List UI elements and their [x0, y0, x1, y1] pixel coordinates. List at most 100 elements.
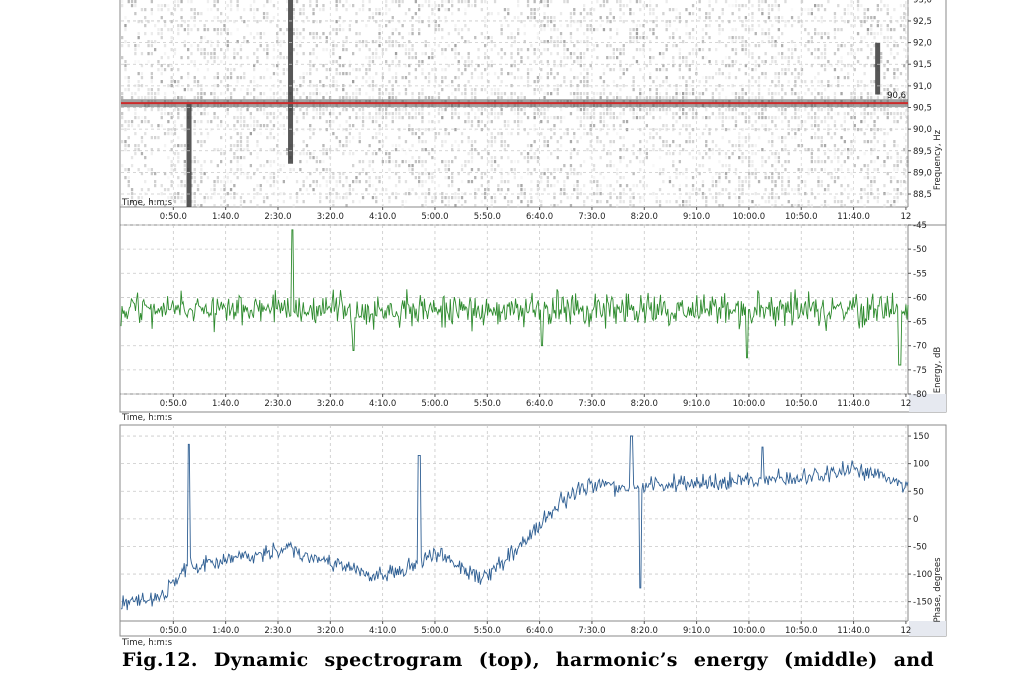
spectrogram-cell: [652, 80, 655, 84]
spectrogram-cell: [649, 8, 652, 12]
spectrogram-cell: [312, 156, 315, 160]
spectrogram-cell: [724, 116, 728, 120]
spectrogram-cell: [579, 72, 583, 76]
spectrogram-cell: [200, 92, 203, 96]
spectrogram-cell: [586, 112, 589, 116]
spectrogram-cell: [688, 136, 691, 140]
spectrogram-cell: [814, 96, 817, 100]
spectrogram-cell: [827, 116, 830, 120]
spectrogram-cell: [777, 172, 781, 176]
spectrogram-cell: [470, 4, 474, 8]
spectrogram-cell: [510, 200, 513, 204]
spectrogram-cell: [658, 156, 662, 160]
spectrogram-cell: [573, 184, 576, 188]
spectrogram-cell: [616, 0, 619, 4]
spectrogram-cell: [480, 8, 484, 12]
spectrogram-cell: [286, 116, 289, 120]
spectrogram-cell: [804, 192, 807, 196]
spectrogram-cell: [233, 56, 236, 60]
spectrogram-cell: [751, 28, 754, 32]
spectrogram-cell: [550, 52, 553, 56]
spectrogram-cell: [411, 44, 414, 48]
spectrogram-cell: [886, 8, 889, 12]
spectrogram-cell: [526, 80, 530, 84]
spectrogram-cell: [873, 180, 876, 184]
spectrogram-cell: [814, 112, 817, 116]
spectrogram-cell: [243, 116, 246, 120]
spectrogram-cell: [889, 28, 893, 32]
spectrogram-cell: [454, 88, 457, 92]
spectrogram-cell: [124, 144, 127, 148]
spectrogram-cell: [163, 4, 167, 8]
spectrogram-cell: [150, 108, 154, 112]
spectrogram-cell: [279, 124, 282, 128]
spectrogram-cell: [170, 180, 173, 184]
spectrogram-cell: [536, 188, 540, 192]
spectrogram-cell: [411, 28, 414, 32]
spectrogram-cell: [226, 56, 229, 60]
spectrogram-cell: [517, 120, 520, 124]
spectrogram-cell: [701, 116, 705, 120]
spectrogram-cell: [464, 68, 467, 72]
spectrogram-cell: [121, 164, 124, 168]
spectrogram-cell: [721, 164, 724, 168]
spectrogram-cell: [616, 204, 619, 208]
spectrogram-cell: [510, 160, 513, 164]
spectrogram-cell: [721, 120, 724, 124]
spectrogram-cell: [556, 84, 559, 88]
spectrogram-cell: [484, 124, 487, 128]
spectrogram-cell: [177, 80, 180, 84]
spectrogram-cell: [569, 12, 573, 16]
spectrogram-cell: [233, 128, 236, 132]
spectrogram-cell: [253, 196, 256, 200]
spectrogram-cell: [721, 8, 724, 12]
spectrogram-cell: [850, 48, 853, 52]
spectrogram-cell: [840, 200, 843, 204]
spectrogram-cell: [576, 92, 579, 96]
spectrogram-cell: [484, 36, 487, 40]
spectrogram-cell: [173, 92, 177, 96]
spectrogram-cell: [889, 48, 893, 52]
spectrogram-cell: [394, 52, 398, 56]
spectrogram-cell: [394, 184, 398, 188]
spectrogram-cell: [639, 180, 642, 184]
spectrogram-cell: [170, 36, 173, 40]
spectrogram-cell: [866, 196, 870, 200]
spectrogram-cell: [216, 72, 220, 76]
spectrogram-cell: [269, 96, 272, 100]
spectrogram-cell: [870, 188, 873, 192]
spectrogram-cell: [170, 140, 173, 144]
spectrogram-cell: [256, 156, 259, 160]
spectrogram-cell: [140, 52, 144, 56]
spectrogram-cell: [266, 16, 269, 20]
spectrogram-cell: [130, 0, 134, 4]
spectrogram-cell: [741, 4, 744, 8]
spectrogram-cell: [484, 52, 487, 56]
spectrogram-cell: [553, 184, 556, 188]
spectrogram-cell: [764, 200, 767, 204]
x-tick-label: 5:00.0: [421, 212, 448, 222]
spectrogram-cell: [385, 92, 388, 96]
spectrogram-cell: [200, 96, 203, 100]
spectrogram-cell: [589, 112, 592, 116]
spectrogram-cell: [586, 132, 589, 136]
spectrogram-cell: [883, 140, 886, 144]
spectrogram-cell: [418, 128, 421, 132]
spectrogram-cell: [286, 96, 289, 100]
spectrogram-cell: [427, 120, 431, 124]
spectrogram-cell: [474, 128, 477, 132]
spectrogram-cell: [467, 80, 470, 84]
spectrogram-cell: [309, 124, 312, 128]
spectrogram-cell: [728, 180, 731, 184]
spectrogram-cell: [853, 124, 856, 128]
spectrogram-cell: [309, 68, 312, 72]
spectrogram-cell: [794, 188, 797, 192]
spectrogram-cell: [738, 8, 741, 12]
spectrogram-cell: [619, 116, 622, 120]
spectrogram-cell: [764, 108, 767, 112]
spectrogram-cell: [150, 12, 154, 16]
spectrogram-cell: [540, 24, 543, 28]
spectrogram-cell: [457, 32, 460, 36]
spectrogram-cell: [767, 140, 771, 144]
spectrogram-cell: [777, 52, 781, 56]
